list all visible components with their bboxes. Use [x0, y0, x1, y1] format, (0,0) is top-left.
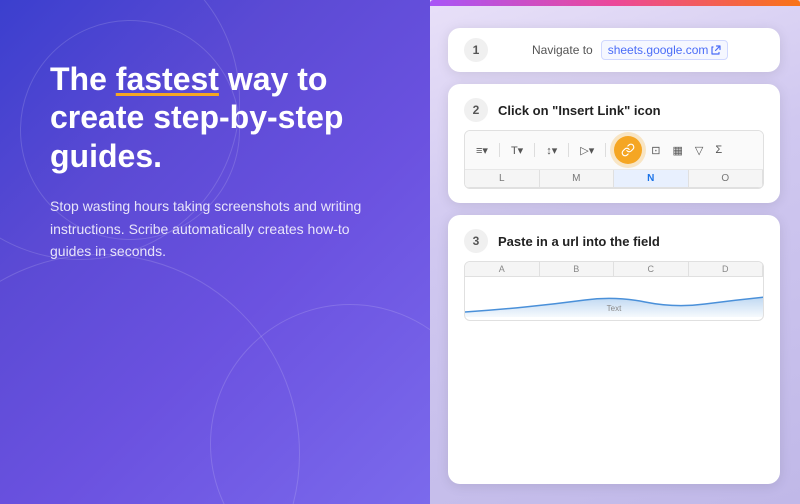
- toolbar-funnel-icon: ▽: [692, 142, 706, 159]
- toolbar-mockup: ≡▾ T▾ ↕▾ ▷▾ ⊡ ▦ ▽ Σ: [464, 130, 764, 189]
- toolbar-row: ≡▾ T▾ ↕▾ ▷▾ ⊡ ▦ ▽ Σ: [465, 131, 763, 170]
- col-N: N: [614, 170, 689, 188]
- toolbar-div-2: [534, 143, 535, 157]
- preview-col-B: B: [540, 262, 615, 276]
- step-1-content: Navigate to sheets.google.com: [498, 40, 728, 60]
- top-bar-decoration: [430, 0, 800, 6]
- insert-link-icon-highlighted[interactable]: [614, 136, 642, 164]
- chart-text-label: Text: [607, 304, 622, 313]
- step-1-header: 1 Navigate to sheets.google.com: [464, 38, 764, 62]
- link-svg: [621, 143, 635, 157]
- spreadsheet-header-row: L M N O: [465, 170, 763, 188]
- step-2-title: Click on "Insert Link" icon: [498, 103, 661, 118]
- url-text: sheets.google.com: [608, 43, 709, 57]
- col-L: L: [465, 170, 540, 188]
- toolbar-sum-icon: Σ: [712, 142, 725, 158]
- step-1-number: 1: [464, 38, 488, 62]
- left-content: The fastest way to create step-by-step g…: [50, 60, 390, 262]
- step-2-header: 2 Click on "Insert Link" icon: [464, 98, 764, 122]
- step-3-title: Paste in a url into the field: [498, 234, 660, 249]
- external-link-icon: [711, 45, 721, 55]
- toolbar-align-icon: ≡▾: [473, 142, 491, 159]
- step-1-card: 1 Navigate to sheets.google.com: [448, 28, 780, 72]
- toolbar-text-icon: T▾: [508, 142, 526, 159]
- col-M: M: [540, 170, 615, 188]
- ss-preview-header: A B C D: [465, 262, 763, 277]
- headline-part1: The: [50, 61, 116, 97]
- toolbar-chart-icon: ▦: [669, 142, 685, 159]
- step-2-number: 2: [464, 98, 488, 122]
- right-panel: 1 Navigate to sheets.google.com 2 Click …: [430, 0, 800, 504]
- headline: The fastest way to create step-by-step g…: [50, 60, 390, 175]
- step-3-card: 3 Paste in a url into the field A B C D: [448, 215, 780, 484]
- step-3-header: 3 Paste in a url into the field: [464, 229, 764, 253]
- preview-col-D: D: [689, 262, 764, 276]
- toolbar-div-4: [605, 143, 606, 157]
- preview-col-A: A: [465, 262, 540, 276]
- left-panel: The fastest way to create step-by-step g…: [0, 0, 430, 504]
- headline-fastest: fastest: [116, 61, 219, 97]
- toolbar-div-1: [499, 143, 500, 157]
- subtext: Stop wasting hours taking screenshots an…: [50, 195, 370, 262]
- spreadsheet-preview: A B C D Text: [464, 261, 764, 321]
- toolbar-div-3: [568, 143, 569, 157]
- navigate-label: Navigate to: [532, 43, 593, 57]
- url-link[interactable]: sheets.google.com: [601, 40, 729, 60]
- preview-col-C: C: [614, 262, 689, 276]
- col-O: O: [689, 170, 764, 188]
- step-2-card: 2 Click on "Insert Link" icon ≡▾ T▾ ↕▾ ▷…: [448, 84, 780, 203]
- step-3-number: 3: [464, 229, 488, 253]
- toolbar-filter-icon: ▷▾: [577, 142, 597, 159]
- ss-preview-body: Text: [465, 277, 763, 317]
- toolbar-rowcol-icon: ↕▾: [543, 142, 560, 159]
- toolbar-img-icon: ⊡: [648, 142, 663, 159]
